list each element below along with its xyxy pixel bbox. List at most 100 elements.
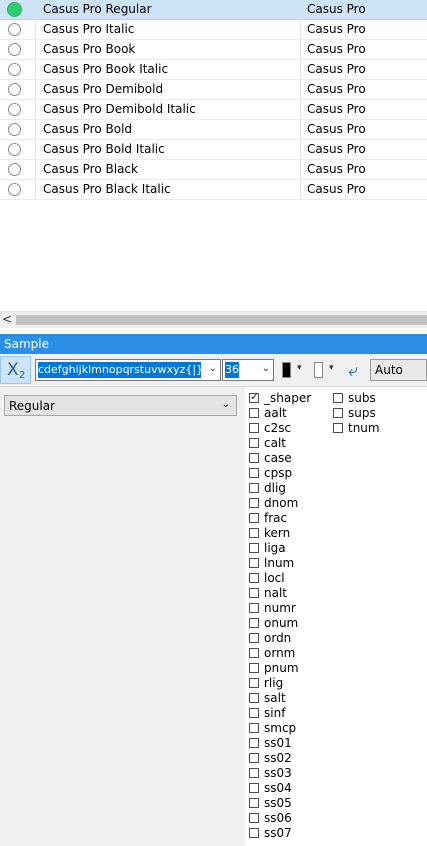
subscript-button[interactable]: X 2 [0,356,31,384]
font-name: Casus Pro Book Italic [43,62,169,76]
radio-icon[interactable] [8,123,21,136]
font-row[interactable]: Casus Pro Book Italic Casus Pro [0,60,427,80]
font-family: Casus Pro [307,162,366,176]
scroll-left-icon[interactable]: < [2,312,12,326]
font-size-value[interactable]: 36 [225,362,239,378]
font-size-combobox[interactable]: 36 ⌄ [222,359,274,381]
font-row[interactable]: Casus Pro Book Casus Pro [0,40,427,60]
feature-label: ss01 [264,736,292,750]
feature-label: salt [264,691,286,705]
checkbox-icon[interactable] [249,813,259,823]
radio-icon[interactable] [8,103,21,116]
checkbox-icon[interactable] [249,408,259,418]
font-row[interactable]: Casus Pro Black Italic Casus Pro [0,180,427,200]
feature-label: case [264,451,292,465]
radio-icon[interactable] [8,163,21,176]
foreground-color-swatch[interactable] [282,362,291,378]
feature-label: locl [264,571,285,585]
radio-icon[interactable] [8,23,21,36]
active-indicator-icon[interactable] [7,2,22,17]
radio-icon[interactable] [8,63,21,76]
chevron-down-icon[interactable]: ⌄ [222,399,230,410]
checkbox-icon[interactable] [249,723,259,733]
feature-label: dlig [264,481,286,495]
font-name: Casus Pro Bold [43,122,133,136]
checkbox-icon[interactable] [249,618,259,628]
feature-label: tnum [348,421,380,435]
feature-label: onum [264,616,299,630]
checkbox-icon[interactable] [249,753,259,763]
font-row[interactable]: Casus Pro Demibold Italic Casus Pro [0,100,427,120]
font-name: Casus Pro Demibold [43,82,164,96]
horizontal-scrollbar[interactable]: < [0,311,427,328]
checkbox-icon[interactable] [249,573,259,583]
radio-icon[interactable] [8,143,21,156]
background-color-swatch[interactable] [314,362,323,378]
checkbox-checked-icon[interactable] [249,390,259,403]
font-row[interactable]: Casus Pro Regular Casus Pro [0,0,427,20]
feature-label: liga [264,541,286,555]
subscript-icon: X [7,360,19,380]
swap-arrow-icon[interactable]: ⤶ [348,360,358,381]
sample-toolbar: X 2 cdefghijklmnopqrstuvwxyz{|}~ ⌄ 36 ⌄ … [0,354,427,387]
scrollbar-thumb[interactable] [16,315,427,325]
checkbox-icon[interactable] [249,483,259,493]
direction-select[interactable]: Auto [370,359,427,381]
font-family: Casus Pro [307,122,366,136]
feature-label: ss06 [264,811,292,825]
foreground-color-dropdown-icon[interactable]: ▾ [297,363,302,373]
checkbox-icon[interactable] [333,423,343,433]
font-row[interactable]: Casus Pro Black Casus Pro [0,160,427,180]
checkbox-icon[interactable] [333,393,343,403]
chevron-down-icon[interactable]: ⌄ [209,363,217,374]
feature-label: smcp [264,721,297,735]
font-row[interactable]: Casus Pro Demibold Casus Pro [0,80,427,100]
checkbox-icon[interactable] [249,828,259,838]
chevron-down-icon[interactable]: ⌄ [262,363,270,374]
feature-label: frac [264,511,288,525]
checkbox-icon[interactable] [249,453,259,463]
sample-text-combobox[interactable]: cdefghijklmnopqrstuvwxyz{|}~ ⌄ [35,359,221,381]
checkbox-icon[interactable] [249,633,259,643]
sample-text-value[interactable]: cdefghijklmnopqrstuvwxyz{|}~ [38,362,201,378]
checkbox-icon[interactable] [249,738,259,748]
font-name: Casus Pro Italic [43,22,135,36]
checkbox-icon[interactable] [249,438,259,448]
checkbox-icon[interactable] [249,693,259,703]
radio-icon[interactable] [8,83,21,96]
checkbox-icon[interactable] [249,468,259,478]
feature-label: rlig [264,676,284,690]
font-row[interactable]: Casus Pro Italic Casus Pro [0,20,427,40]
checkbox-icon[interactable] [249,663,259,673]
checkbox-icon[interactable] [249,513,259,523]
checkbox-icon[interactable] [249,558,259,568]
feature-label: ss02 [264,751,292,765]
checkbox-icon[interactable] [249,768,259,778]
radio-icon[interactable] [8,43,21,56]
sample-panel-header: Sample [0,334,427,354]
checkbox-icon[interactable] [249,648,259,658]
checkbox-icon[interactable] [249,543,259,553]
feature-label: subs [348,391,376,405]
font-name: Casus Pro Black [43,162,138,176]
checkbox-icon[interactable] [249,423,259,433]
checkbox-icon[interactable] [249,798,259,808]
checkbox-icon[interactable] [249,588,259,598]
checkbox-icon[interactable] [249,528,259,538]
opentype-features-panel: _shaperaaltc2sccaltcasecpspdligdnomfrack… [245,387,427,846]
font-list: Casus Pro Regular Casus Pro Casus Pro Ital… [0,0,427,200]
checkbox-icon[interactable] [249,603,259,613]
feature-label: c2sc [264,421,292,435]
background-color-dropdown-icon[interactable]: ▾ [329,363,334,373]
radio-icon[interactable] [8,183,21,196]
checkbox-icon[interactable] [249,783,259,793]
checkbox-icon[interactable] [249,708,259,718]
feature-label: lnum [264,556,295,570]
font-row[interactable]: Casus Pro Bold Italic Casus Pro [0,140,427,160]
checkbox-icon[interactable] [249,498,259,508]
style-select[interactable]: Regular ⌄ [4,395,237,416]
font-row[interactable]: Casus Pro Bold Casus Pro [0,120,427,140]
checkbox-icon[interactable] [333,408,343,418]
feature-label: nalt [264,586,287,600]
checkbox-icon[interactable] [249,678,259,688]
